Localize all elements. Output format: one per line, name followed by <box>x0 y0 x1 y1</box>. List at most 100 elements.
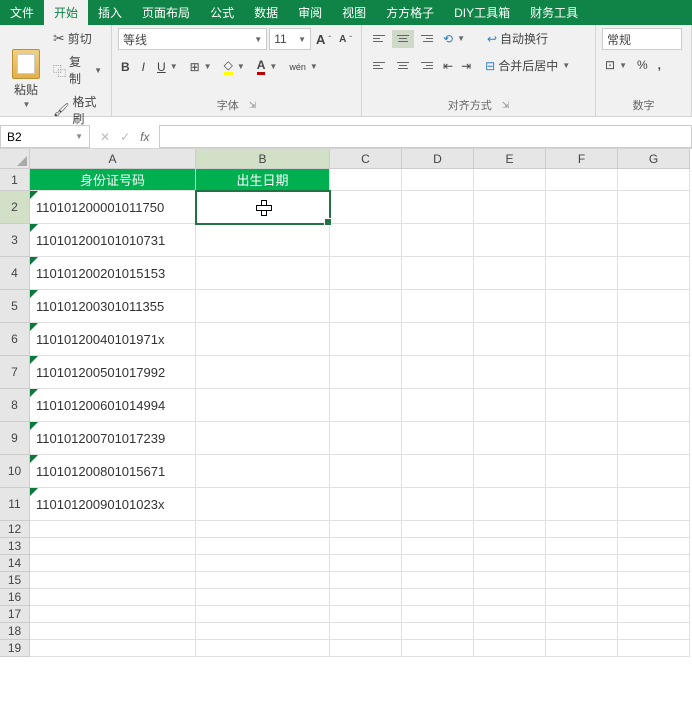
cell[interactable] <box>618 191 690 224</box>
cell-id[interactable]: 11010120040101971x <box>30 323 196 356</box>
row-header[interactable]: 12 <box>0 521 30 538</box>
align-left-button[interactable] <box>368 57 390 75</box>
cell[interactable] <box>546 356 618 389</box>
cell[interactable] <box>330 169 402 191</box>
underline-button[interactable]: U▼ <box>154 58 181 76</box>
tab-page-layout[interactable]: 页面布局 <box>132 0 200 25</box>
cell[interactable] <box>402 572 474 589</box>
col-header-d[interactable]: D <box>402 149 474 169</box>
cell[interactable] <box>402 257 474 290</box>
tab-view[interactable]: 视图 <box>332 0 376 25</box>
font-color-button[interactable]: A▼ <box>254 56 281 77</box>
cell[interactable] <box>330 257 402 290</box>
row-header[interactable]: 7 <box>0 356 30 389</box>
cell[interactable] <box>474 589 546 606</box>
bold-button[interactable]: B <box>118 58 133 76</box>
cell[interactable] <box>618 538 690 555</box>
cell[interactable] <box>546 290 618 323</box>
cell[interactable] <box>30 572 196 589</box>
cell[interactable] <box>330 224 402 257</box>
cell-id[interactable]: 110101200201015153 <box>30 257 196 290</box>
cut-button[interactable]: 剪切 <box>50 28 105 49</box>
cell[interactable] <box>330 323 402 356</box>
tab-formulas[interactable]: 公式 <box>200 0 244 25</box>
grow-font-button[interactable]: Aˆ <box>313 30 334 49</box>
cell[interactable] <box>402 606 474 623</box>
row-header[interactable]: 5 <box>0 290 30 323</box>
indent-decrease-button[interactable]: ⇤ <box>440 57 456 75</box>
cell[interactable] <box>474 224 546 257</box>
cell[interactable] <box>330 606 402 623</box>
cell[interactable] <box>546 389 618 422</box>
currency-button[interactable]: ⊡▼ <box>602 56 630 74</box>
cell-dob[interactable] <box>196 191 330 224</box>
cell[interactable] <box>330 389 402 422</box>
cell[interactable] <box>402 589 474 606</box>
cell[interactable] <box>618 640 690 657</box>
cell[interactable] <box>330 555 402 572</box>
col-header-c[interactable]: C <box>330 149 402 169</box>
tab-insert[interactable]: 插入 <box>88 0 132 25</box>
row-header[interactable]: 15 <box>0 572 30 589</box>
row-header[interactable]: 16 <box>0 589 30 606</box>
cell[interactable] <box>474 191 546 224</box>
cell[interactable] <box>196 589 330 606</box>
italic-button[interactable]: I <box>139 58 148 76</box>
row-header[interactable]: 18 <box>0 623 30 640</box>
col-header-g[interactable]: G <box>618 149 690 169</box>
cell[interactable] <box>330 455 402 488</box>
tab-finance[interactable]: 财务工具 <box>520 0 588 25</box>
cell[interactable] <box>546 455 618 488</box>
cell[interactable] <box>618 389 690 422</box>
font-name-combo[interactable]: 等线▼ <box>118 28 267 50</box>
cell[interactable] <box>30 555 196 572</box>
cell[interactable] <box>618 606 690 623</box>
launcher-icon[interactable]: ⇲ <box>502 100 510 111</box>
align-bottom-button[interactable] <box>416 30 438 48</box>
cell[interactable] <box>618 555 690 572</box>
cell[interactable] <box>402 356 474 389</box>
percent-button[interactable]: % <box>634 56 651 74</box>
cell[interactable] <box>402 224 474 257</box>
cell-id[interactable]: 110101200601014994 <box>30 389 196 422</box>
tab-file[interactable]: 文件 <box>0 0 44 25</box>
cell[interactable] <box>618 572 690 589</box>
cell[interactable] <box>546 323 618 356</box>
cell[interactable] <box>330 488 402 521</box>
cell[interactable] <box>546 257 618 290</box>
cell-dob[interactable] <box>196 323 330 356</box>
wrap-text-button[interactable]: ↩自动换行 <box>484 28 551 49</box>
cell[interactable] <box>618 488 690 521</box>
cell[interactable] <box>618 323 690 356</box>
cell-id[interactable]: 11010120090101023x <box>30 488 196 521</box>
copy-button[interactable]: 复制▼ <box>50 51 105 89</box>
cell[interactable] <box>330 589 402 606</box>
cell[interactable] <box>402 623 474 640</box>
cell[interactable] <box>330 640 402 657</box>
cell[interactable] <box>546 422 618 455</box>
cell[interactable] <box>618 169 690 191</box>
shrink-font-button[interactable]: Aˇ <box>336 32 355 47</box>
row-header[interactable]: 4 <box>0 257 30 290</box>
cell[interactable] <box>474 257 546 290</box>
cell-dob[interactable] <box>196 356 330 389</box>
cell[interactable] <box>474 623 546 640</box>
select-all-button[interactable] <box>0 149 30 169</box>
align-top-button[interactable] <box>368 30 390 48</box>
cell[interactable] <box>546 555 618 572</box>
col-header-e[interactable]: E <box>474 149 546 169</box>
cell[interactable] <box>402 290 474 323</box>
paste-button[interactable]: 粘贴 ▼ <box>6 28 46 129</box>
cell[interactable] <box>330 422 402 455</box>
cell[interactable] <box>330 290 402 323</box>
cell-id[interactable]: 110101200001011750 <box>30 191 196 224</box>
row-header[interactable]: 3 <box>0 224 30 257</box>
row-header[interactable]: 13 <box>0 538 30 555</box>
row-header[interactable]: 17 <box>0 606 30 623</box>
cell-dob[interactable] <box>196 257 330 290</box>
cell[interactable] <box>474 356 546 389</box>
cell[interactable] <box>330 572 402 589</box>
col-header-f[interactable]: F <box>546 149 618 169</box>
cell[interactable] <box>402 555 474 572</box>
align-middle-button[interactable] <box>392 30 414 48</box>
